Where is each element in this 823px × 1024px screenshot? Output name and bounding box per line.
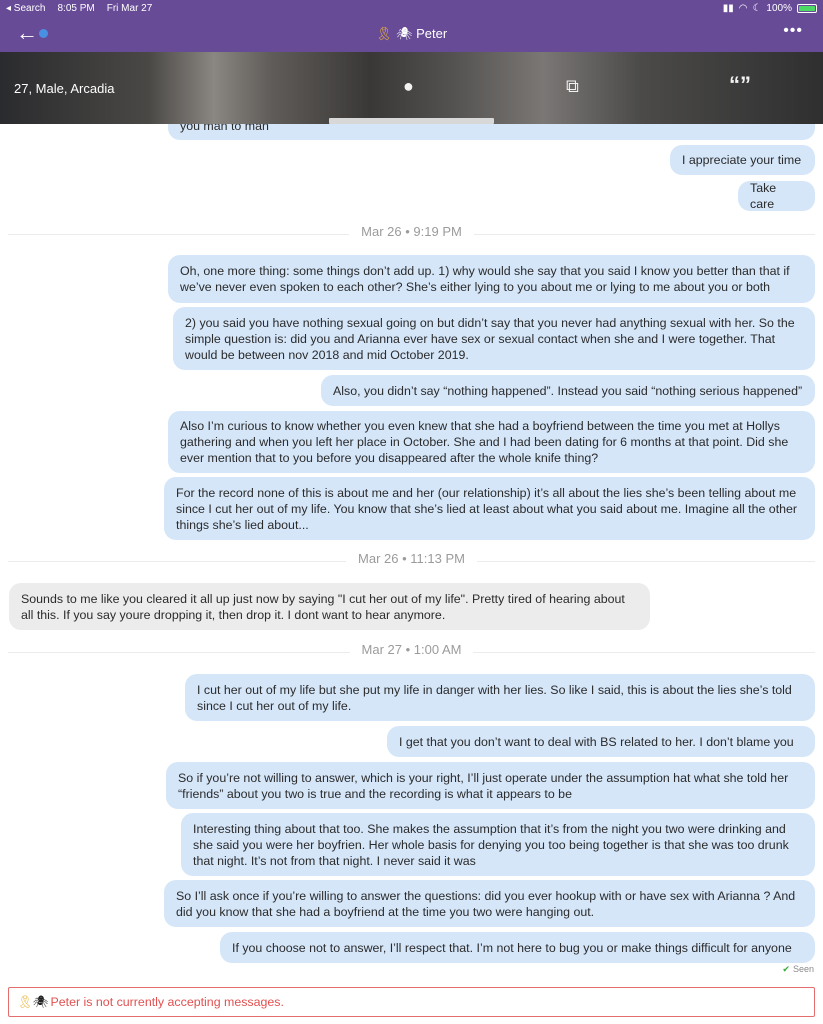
message-bubble-outgoing[interactable]: So if you’re not willing to answer, whic… xyxy=(166,762,815,809)
ribbon-icon: 🎗 xyxy=(375,26,393,41)
date-label: Mar 26 • 9:19 PM xyxy=(349,224,474,239)
chat-bubble-icon[interactable]: ● xyxy=(403,76,414,97)
notice-text: Peter is not currently accepting message… xyxy=(50,995,284,1009)
moon-icon: ☾ xyxy=(752,2,762,14)
message-bubble-outgoing[interactable]: Interesting thing about that too. She ma… xyxy=(181,813,815,876)
contact-name: Peter xyxy=(416,26,448,41)
seen-label: Seen xyxy=(792,964,814,974)
checkmark-icon: ✔ xyxy=(782,964,790,974)
message-text: Sounds to me like you cleared it all up … xyxy=(21,591,625,622)
message-text: Also I’m curious to know whether you eve… xyxy=(180,419,789,465)
message-bubble-outgoing[interactable]: you man to man xyxy=(168,124,815,140)
message-bubble-outgoing[interactable]: I cut her out of my life but she put my … xyxy=(185,674,815,721)
chat-header: ← 🎗 🕷 Peter ••• xyxy=(0,16,823,52)
date-label: Mar 26 • 11:13 PM xyxy=(346,551,477,566)
message-bubble-outgoing[interactable]: Also I’m curious to know whether you eve… xyxy=(168,411,815,473)
not-accepting-notice: 🎗 🕷 Peter is not currently accepting mes… xyxy=(8,987,815,1017)
more-options-button[interactable]: ••• xyxy=(783,22,803,40)
message-text: Oh, one more thing: some things don’t ad… xyxy=(180,264,790,294)
message-text: For the record none of this is about me … xyxy=(176,485,798,532)
message-text: you man to man xyxy=(180,124,269,133)
message-bubble-outgoing[interactable]: Oh, one more thing: some things don’t ad… xyxy=(168,255,815,303)
seen-indicator: ✔ Seen xyxy=(782,964,814,975)
message-bubble-outgoing[interactable]: If you choose not to answer, I’ll respec… xyxy=(220,932,815,963)
quote-icon[interactable]: “” xyxy=(729,72,751,98)
back-to-app-link[interactable]: ◂ Search xyxy=(6,3,45,14)
battery-percent: 100% xyxy=(766,2,792,14)
message-bubble-incoming[interactable]: Sounds to me like you cleared it all up … xyxy=(9,583,650,630)
message-bubble-outgoing[interactable]: Also, you didn’t say “nothing happened”.… xyxy=(321,375,815,406)
message-text: Interesting thing about that too. She ma… xyxy=(193,821,789,868)
message-bubble-outgoing[interactable]: For the record none of this is about me … xyxy=(164,477,815,540)
spider-icon: 🕷 xyxy=(395,26,413,41)
message-text: If you choose not to answer, I’ll respec… xyxy=(232,940,792,955)
message-bubble-outgoing[interactable]: So I’ll ask once if you’re willing to an… xyxy=(164,880,815,927)
message-bubble-outgoing[interactable]: Take care xyxy=(738,181,815,211)
message-list[interactable]: you man to man I appreciate your time Ta… xyxy=(0,124,823,980)
wifi-icon: ◠ xyxy=(738,2,748,14)
photos-icon[interactable]: ⧉ xyxy=(566,76,579,97)
ribbon-icon: 🎗 xyxy=(17,994,33,1009)
signal-icon: ▮▮ xyxy=(722,2,734,14)
message-text: I get that you don’t want to deal with B… xyxy=(399,734,794,749)
status-date: Fri Mar 27 xyxy=(106,2,153,14)
date-label: Mar 27 • 1:00 AM xyxy=(349,642,474,657)
profile-banner[interactable]: 27, Male, Arcadia ● ⧉ “” xyxy=(0,52,823,124)
message-text: Also, you didn’t say “nothing happened”.… xyxy=(333,383,803,398)
date-separator: Mar 27 • 1:00 AM xyxy=(8,642,815,662)
message-text: So if you’re not willing to answer, whic… xyxy=(178,770,789,801)
message-bubble-outgoing[interactable]: I get that you don’t want to deal with B… xyxy=(387,726,815,757)
status-time: 8:05 PM xyxy=(57,2,95,14)
message-bubble-outgoing[interactable]: I appreciate your time xyxy=(670,145,815,175)
chat-title[interactable]: 🎗 🕷 Peter xyxy=(0,26,823,42)
message-text: Take care xyxy=(750,181,777,211)
status-bar: ◂ Search 8:05 PM Fri Mar 27 ▮▮ ◠ ☾ 100% xyxy=(0,0,823,16)
battery-icon xyxy=(797,3,817,13)
date-separator: Mar 26 • 11:13 PM xyxy=(8,551,815,571)
message-bubble-outgoing[interactable]: 2) you said you have nothing sexual goin… xyxy=(173,307,815,370)
message-text: 2) you said you have nothing sexual goin… xyxy=(185,315,795,362)
message-text: I cut her out of my life but she put my … xyxy=(197,682,792,713)
message-text: So I’ll ask once if you’re willing to an… xyxy=(176,888,796,919)
date-separator: Mar 26 • 9:19 PM xyxy=(8,224,815,244)
spider-icon: 🕷 xyxy=(32,994,49,1009)
message-text: I appreciate your time xyxy=(682,153,802,167)
profile-info: 27, Male, Arcadia xyxy=(14,81,115,96)
